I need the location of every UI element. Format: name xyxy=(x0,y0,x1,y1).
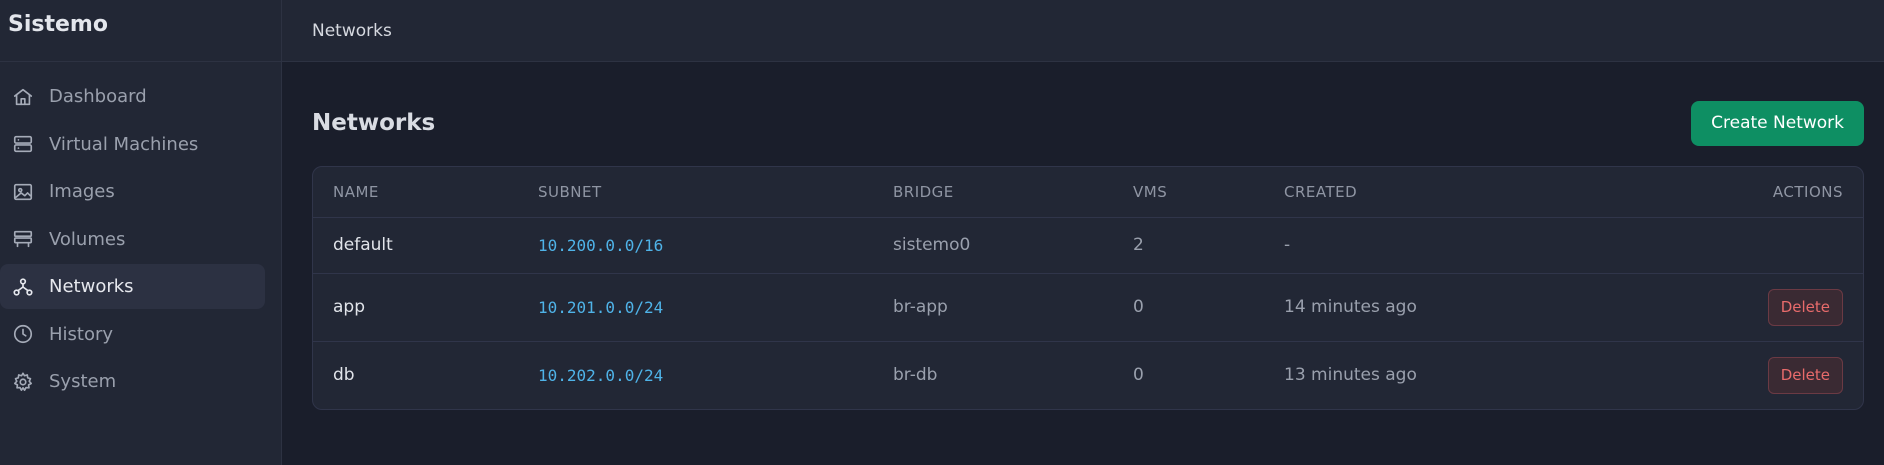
network-subnet: 10.200.0.0/16 xyxy=(518,217,873,274)
sidebar-item-history[interactable]: History xyxy=(0,312,265,357)
sidebar-item-label: Virtual Machines xyxy=(49,133,199,155)
network-vms: 2 xyxy=(1113,217,1264,274)
app-root: Sistemo Dashboard Virtual Machines Image… xyxy=(0,0,1884,465)
delete-network-button[interactable]: Delete xyxy=(1767,356,1843,394)
brand-logo[interactable]: Sistemo xyxy=(0,0,281,62)
network-name: default xyxy=(313,217,518,274)
network-subnet: 10.202.0.0/24 xyxy=(538,365,664,385)
column-header-vms: VMS xyxy=(1113,167,1264,218)
network-vms: 0 xyxy=(1113,273,1264,342)
sidebar-item-networks[interactable]: Networks xyxy=(0,264,265,309)
sidebar-item-label: Images xyxy=(49,181,115,202)
network-created: 13 minutes ago xyxy=(1284,365,1417,386)
page-title: Networks xyxy=(312,110,436,136)
network-created: - xyxy=(1264,217,1644,274)
network-name: app xyxy=(313,273,518,342)
topbar: Networks xyxy=(282,0,1884,62)
clock-icon xyxy=(12,323,34,345)
table-header-row: NAME SUBNET BRIDGE VMS CREATED ACTIONS xyxy=(313,167,1863,218)
page-header: Networks Create Network xyxy=(312,100,1864,146)
network-subnet: 10.201.0.0/24 xyxy=(518,273,873,342)
network-bridge: br-db xyxy=(893,365,938,386)
sidebar: Sistemo Dashboard Virtual Machines Image… xyxy=(0,0,282,465)
sidebar-item-label: Volumes xyxy=(49,228,126,250)
column-header-bridge: BRIDGE xyxy=(873,167,1113,218)
network-bridge: br-app xyxy=(873,273,1113,342)
image-icon xyxy=(12,181,34,203)
networks-table-card: NAME SUBNET BRIDGE VMS CREATED ACTIONS d… xyxy=(312,166,1864,410)
sidebar-item-system[interactable]: System xyxy=(0,359,265,404)
network-bridge: sistemo0 xyxy=(873,217,1113,274)
sidebar-item-volumes[interactable]: Volumes xyxy=(0,217,265,262)
sidebar-item-virtual-machines[interactable]: Virtual Machines xyxy=(0,122,265,167)
table-row[interactable]: app 10.201.0.0/24 br-app 0 14 minutes ag… xyxy=(313,273,1863,342)
column-header-created: CREATED xyxy=(1264,167,1644,218)
gear-icon xyxy=(12,371,34,393)
networks-table: NAME SUBNET BRIDGE VMS CREATED ACTIONS d… xyxy=(313,167,1863,409)
column-header-actions: ACTIONS xyxy=(1644,167,1863,218)
delete-network-button[interactable]: Delete xyxy=(1767,288,1843,326)
home-icon xyxy=(12,86,34,108)
sidebar-item-images[interactable]: Images xyxy=(0,169,265,214)
server-icon xyxy=(12,133,34,155)
sidebar-item-dashboard[interactable]: Dashboard xyxy=(0,74,265,119)
network-name: db xyxy=(333,365,355,386)
network-actions: Delete xyxy=(1644,341,1863,409)
network-icon xyxy=(12,276,34,298)
network-actions xyxy=(1644,217,1863,274)
sidebar-item-label: Networks xyxy=(49,276,134,297)
breadcrumb: Networks xyxy=(312,20,392,41)
create-network-button[interactable]: Create Network xyxy=(1691,100,1864,146)
network-created: 14 minutes ago xyxy=(1264,273,1644,342)
column-header-name: NAME xyxy=(313,167,518,218)
table-row[interactable]: default 10.200.0.0/16 sistemo0 2 - xyxy=(313,217,1863,274)
network-actions: Delete xyxy=(1644,273,1863,342)
table-row[interactable]: db 10.202.0.0/24 br-db 0 13 minutes ago … xyxy=(313,341,1863,409)
sidebar-nav: Dashboard Virtual Machines Images Volume… xyxy=(0,62,281,404)
network-vms: 0 xyxy=(1133,365,1144,386)
main-area: Networks Networks Create Network NAME SU… xyxy=(282,0,1884,465)
database-icon xyxy=(12,228,34,250)
column-header-subnet: SUBNET xyxy=(518,167,873,218)
sidebar-item-label: System xyxy=(49,371,117,392)
sidebar-item-label: History xyxy=(49,323,114,345)
content: Networks Create Network NAME SUBNET BRID… xyxy=(282,62,1884,410)
sidebar-item-label: Dashboard xyxy=(49,86,147,107)
